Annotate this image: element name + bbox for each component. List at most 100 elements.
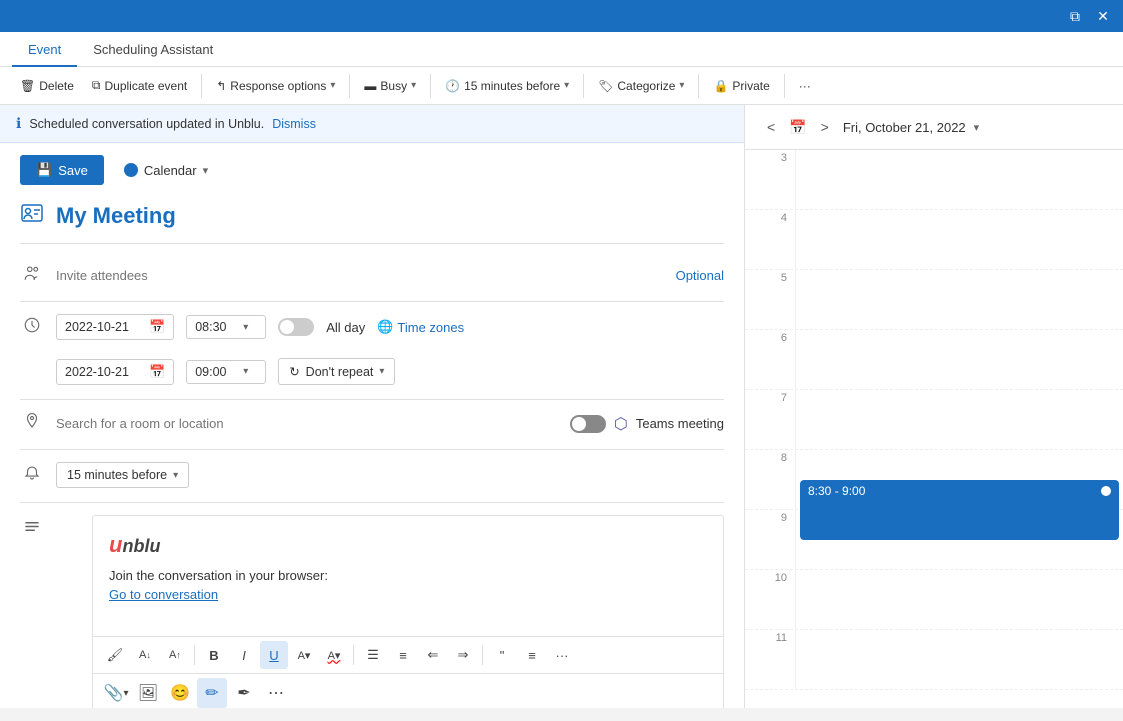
cal-time-slot[interactable] xyxy=(795,390,1123,449)
cal-time-slot[interactable] xyxy=(795,570,1123,629)
highlight-button[interactable]: A▾ xyxy=(290,641,318,669)
body-icon xyxy=(20,519,44,542)
more-format-button[interactable]: ··· xyxy=(548,641,576,669)
underline-button[interactable]: U xyxy=(260,641,288,669)
event-content: 💾 Save Calendar ▾ xyxy=(0,143,744,708)
calendar-picker-button[interactable]: Calendar ▾ xyxy=(116,158,216,183)
attach-button[interactable]: 📎▾ xyxy=(101,678,131,708)
teams-toggle[interactable] xyxy=(570,415,606,433)
italic-button[interactable]: I xyxy=(230,641,258,669)
delete-button[interactable]: 🗑 Delete xyxy=(12,74,82,98)
end-date-wrap[interactable]: 📅 xyxy=(56,359,174,385)
cal-time-slot[interactable] xyxy=(795,510,1123,569)
font-size-down-button[interactable]: A↓ xyxy=(131,641,159,669)
body-editor[interactable]: unblu Join the conversation in your brow… xyxy=(92,515,724,708)
response-options-button[interactable]: ↰ Response options ▾ xyxy=(208,74,343,98)
reminder-button[interactable]: 15 minutes before ▾ xyxy=(56,462,189,488)
cal-event-drag-dot[interactable] xyxy=(1101,486,1111,496)
reminder-row: 15 minutes before ▾ xyxy=(20,458,724,492)
editor-content: unblu Join the conversation in your brow… xyxy=(93,516,723,636)
cal-hour-row: 88:30 - 9:00 xyxy=(745,450,1123,510)
cal-time-slot[interactable]: 8:30 - 9:00 xyxy=(795,450,1123,509)
attendees-input[interactable] xyxy=(56,268,668,283)
more-bottom-button[interactable]: ⋯ xyxy=(261,678,291,708)
cal-time-slot[interactable] xyxy=(795,210,1123,269)
location-input[interactable] xyxy=(56,416,558,431)
busy-icon: ▬ xyxy=(364,79,376,93)
cal-next-button[interactable]: > xyxy=(815,115,835,139)
editor-format-toolbar: 🖌 A↓ A↑ B I U A▾ A▾ ☰ ≡ ⇐ ⇒ xyxy=(93,636,723,673)
save-button[interactable]: 💾 Save xyxy=(20,155,104,185)
indent-button[interactable]: ⇒ xyxy=(449,641,477,669)
end-time-wrap[interactable]: ▾ xyxy=(186,360,266,384)
start-date-input[interactable] xyxy=(65,320,145,334)
trash-icon: 🗑 xyxy=(20,79,35,93)
cal-time-slot[interactable] xyxy=(795,330,1123,389)
start-date-calendar-icon[interactable]: 📅 xyxy=(149,319,165,335)
lock-icon: 🔒 xyxy=(713,79,728,93)
tab-scheduling[interactable]: Scheduling Assistant xyxy=(77,32,229,67)
teams-icon: ⬡ xyxy=(614,414,628,434)
datetime-row-2: ○ 📅 ▾ ↻ Don't repeat ▾ xyxy=(20,354,724,389)
timezone-link[interactable]: 🌐 Time zones xyxy=(377,319,464,335)
end-date-input[interactable] xyxy=(65,365,145,379)
font-color-button[interactable]: A▾ xyxy=(320,641,348,669)
meeting-title-row xyxy=(20,201,724,244)
body-editor-row: unblu Join the conversation in your brow… xyxy=(20,511,724,708)
cal-time-slot[interactable] xyxy=(795,630,1123,689)
font-size-up-button[interactable]: A↑ xyxy=(161,641,189,669)
divider-2 xyxy=(349,74,350,98)
outdent-button[interactable]: ⇐ xyxy=(419,641,447,669)
cal-date-dropdown[interactable]: ▾ xyxy=(974,121,980,134)
bell-icon xyxy=(20,464,44,487)
title-bar: ⧉ ✕ xyxy=(0,0,1123,32)
join-text: Join the conversation in your browser: xyxy=(109,568,707,583)
go-to-conversation-link[interactable]: Go to conversation xyxy=(109,587,218,602)
start-time-wrap[interactable]: ▾ xyxy=(186,315,266,339)
emoji-button[interactable]: 😊 xyxy=(165,678,195,708)
dismiss-link[interactable]: Dismiss xyxy=(272,117,316,131)
duplicate-button[interactable]: ⧉ Duplicate event xyxy=(84,73,195,98)
cal-grid: 3456788:30 - 9:0091011 xyxy=(745,150,1123,708)
tag-icon: 🏷 xyxy=(598,79,613,93)
cal-time-slot[interactable] xyxy=(795,270,1123,329)
bullets-button[interactable]: ☰ xyxy=(359,641,387,669)
tab-event[interactable]: Event xyxy=(12,32,77,67)
bold-button[interactable]: B xyxy=(200,641,228,669)
divider-4 xyxy=(583,74,584,98)
private-button[interactable]: 🔒 Private xyxy=(705,74,777,98)
editor-sep-3 xyxy=(482,645,483,665)
repeat-button[interactable]: ↻ Don't repeat ▾ xyxy=(278,358,395,385)
quote-button[interactable]: " xyxy=(488,641,516,669)
close-button[interactable]: ✕ xyxy=(1091,4,1115,28)
meeting-title-input[interactable] xyxy=(56,203,724,229)
align-button[interactable]: ≡ xyxy=(518,641,546,669)
start-time-dropdown-arrow[interactable]: ▾ xyxy=(243,322,248,333)
image-button[interactable]: 🖼 xyxy=(133,678,163,708)
cal-hour-row: 6 xyxy=(745,330,1123,390)
draw-button[interactable]: ✏ xyxy=(197,678,227,708)
more-button[interactable]: ··· xyxy=(791,74,819,98)
cal-today-icon[interactable]: 📅 xyxy=(789,119,806,136)
busy-button[interactable]: ▬ Busy ▾ xyxy=(356,74,424,98)
signature-button[interactable]: ✒ xyxy=(229,678,259,708)
all-day-toggle[interactable] xyxy=(278,318,314,336)
cal-prev-button[interactable]: < xyxy=(761,115,781,139)
start-time-input[interactable] xyxy=(195,320,239,334)
cal-time-label: 4 xyxy=(745,210,795,224)
reminder-toolbar-button[interactable]: 🕐 15 minutes before ▾ xyxy=(437,74,577,98)
start-date-wrap[interactable]: 📅 xyxy=(56,314,174,340)
reminder-dropdown-arrow-btn: ▾ xyxy=(173,470,178,481)
end-time-dropdown-arrow[interactable]: ▾ xyxy=(243,366,248,377)
datetime-row-1: 📅 ▾ All day 🌐 Time zones xyxy=(20,310,724,344)
end-date-calendar-icon[interactable]: 📅 xyxy=(149,364,165,380)
restore-button[interactable]: ⧉ xyxy=(1063,4,1087,28)
format-painter-button[interactable]: 🖌 xyxy=(101,641,129,669)
cal-nav: < 📅 > Fri, October 21, 2022 ▾ xyxy=(745,105,1123,150)
numbered-button[interactable]: ≡ xyxy=(389,641,417,669)
categorize-button[interactable]: 🏷 Categorize ▾ xyxy=(590,74,692,98)
toolbar: 🗑 Delete ⧉ Duplicate event ↰ Response op… xyxy=(0,67,1123,105)
cal-time-slot[interactable] xyxy=(795,150,1123,209)
end-time-input[interactable] xyxy=(195,365,239,379)
busy-dropdown-arrow: ▾ xyxy=(411,80,416,91)
